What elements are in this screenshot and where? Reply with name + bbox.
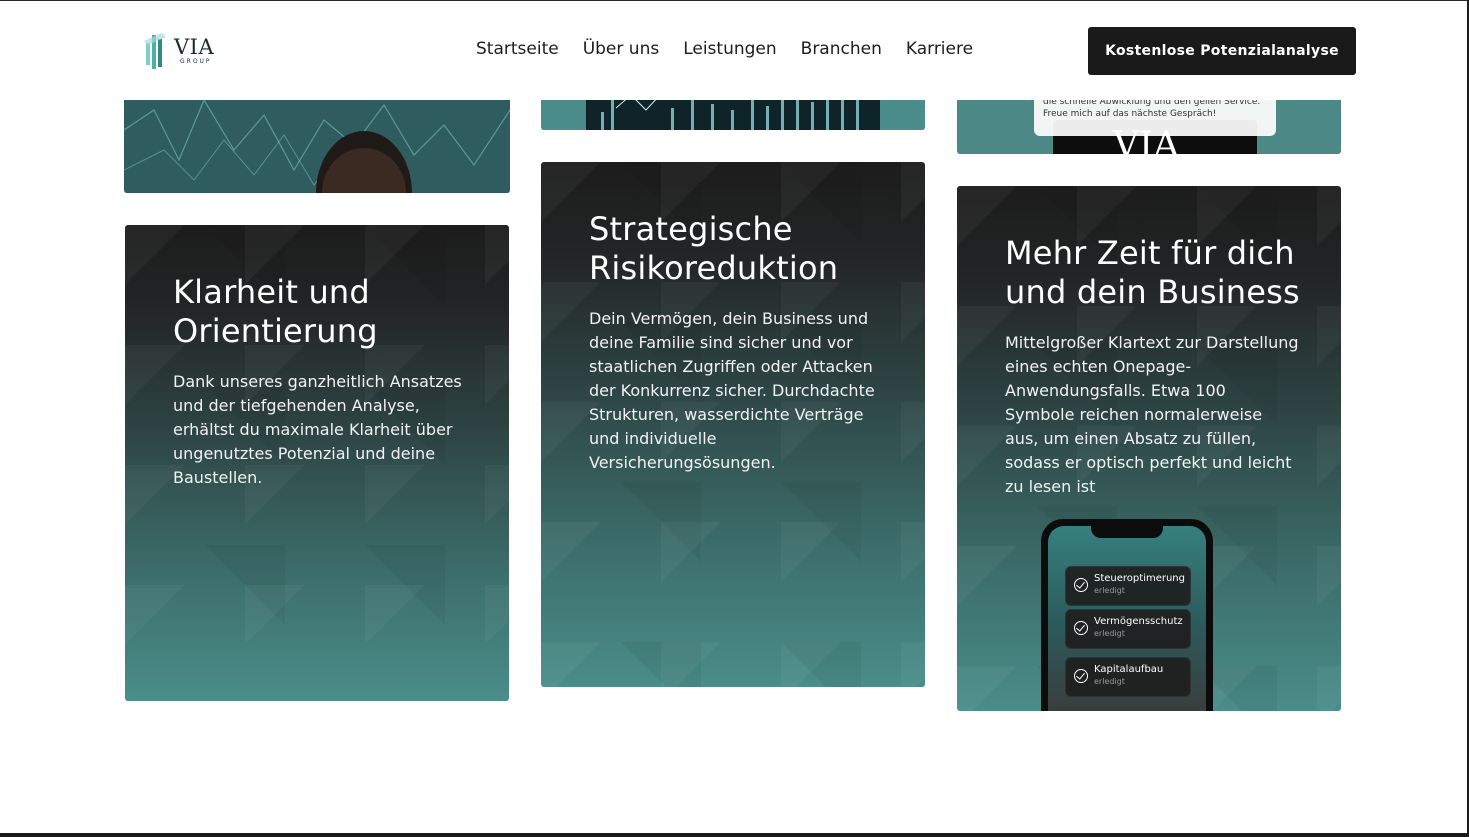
task-status: erledigt	[1094, 586, 1125, 595]
card-text: Mittelgroßer Klartext zur Darstellung ei…	[1005, 333, 1299, 496]
nav-karriere[interactable]: Karriere	[906, 39, 973, 59]
card-title: Strategische Risikoreduktion	[589, 210, 839, 287]
main-nav: Startseite Über uns Leistungen Branchen …	[476, 39, 997, 59]
nav-startseite[interactable]: Startseite	[476, 39, 559, 59]
window-bottom-border	[0, 833, 1469, 837]
card-mehr-zeit: Mehr Zeit für dich und dein Business Mit…	[957, 186, 1341, 711]
card-title: Mehr Zeit für dich und dein Business	[1005, 234, 1300, 311]
task-item: Kapitalaufbau erledigt	[1065, 657, 1191, 697]
nav-leistungen[interactable]: Leistungen	[683, 39, 776, 59]
phone-screen: Steueroptimerung erledigt Vermögensschut…	[1048, 526, 1206, 711]
logo-mark-icon	[144, 33, 166, 69]
task-status: erledigt	[1094, 629, 1125, 638]
testimonial-line-2: Freue mich auf das nächste Gespräch!	[1043, 109, 1217, 119]
card-klarheit: Klarheit und Orientierung Dank unseres g…	[125, 225, 509, 701]
check-circle-icon	[1074, 669, 1088, 683]
logo-text: VIA	[174, 35, 215, 59]
task-status: erledigt	[1094, 677, 1125, 686]
card-text: Dein Vermögen, dein Business und deine F…	[589, 309, 875, 472]
card-text: Dank unseres ganzheitlich Ansatzes und d…	[173, 372, 462, 487]
logo[interactable]: VIA GROUP	[144, 33, 224, 71]
task-name: Vermögensschutz	[1094, 616, 1183, 627]
chart-background-image	[124, 90, 510, 193]
card-image-analysis	[124, 90, 510, 193]
task-name: Kapitalaufbau	[1094, 664, 1164, 675]
card-title: Klarheit und Orientierung	[173, 273, 378, 350]
site-header: VIA GROUP Startseite Über uns Leistungen…	[0, 1, 1467, 100]
nav-ueber-uns[interactable]: Über uns	[583, 39, 660, 59]
logo-subtext: GROUP	[180, 58, 212, 65]
card-risikoreduktion: Strategische Risikoreduktion Dein Vermög…	[541, 162, 925, 687]
task-item: Steueroptimerung erledigt	[1065, 566, 1191, 606]
task-item: Vermögensschutz erledigt	[1065, 609, 1191, 649]
check-circle-icon	[1074, 621, 1088, 635]
nav-branchen[interactable]: Branchen	[801, 39, 882, 59]
phone-notch	[1091, 526, 1163, 538]
cta-button[interactable]: Kostenlose Potenzialanalyse	[1088, 27, 1356, 75]
phone-mockup: Steueroptimerung erledigt Vermögensschut…	[1041, 519, 1213, 711]
check-circle-icon	[1074, 578, 1088, 592]
task-name: Steueroptimerung	[1094, 573, 1185, 584]
